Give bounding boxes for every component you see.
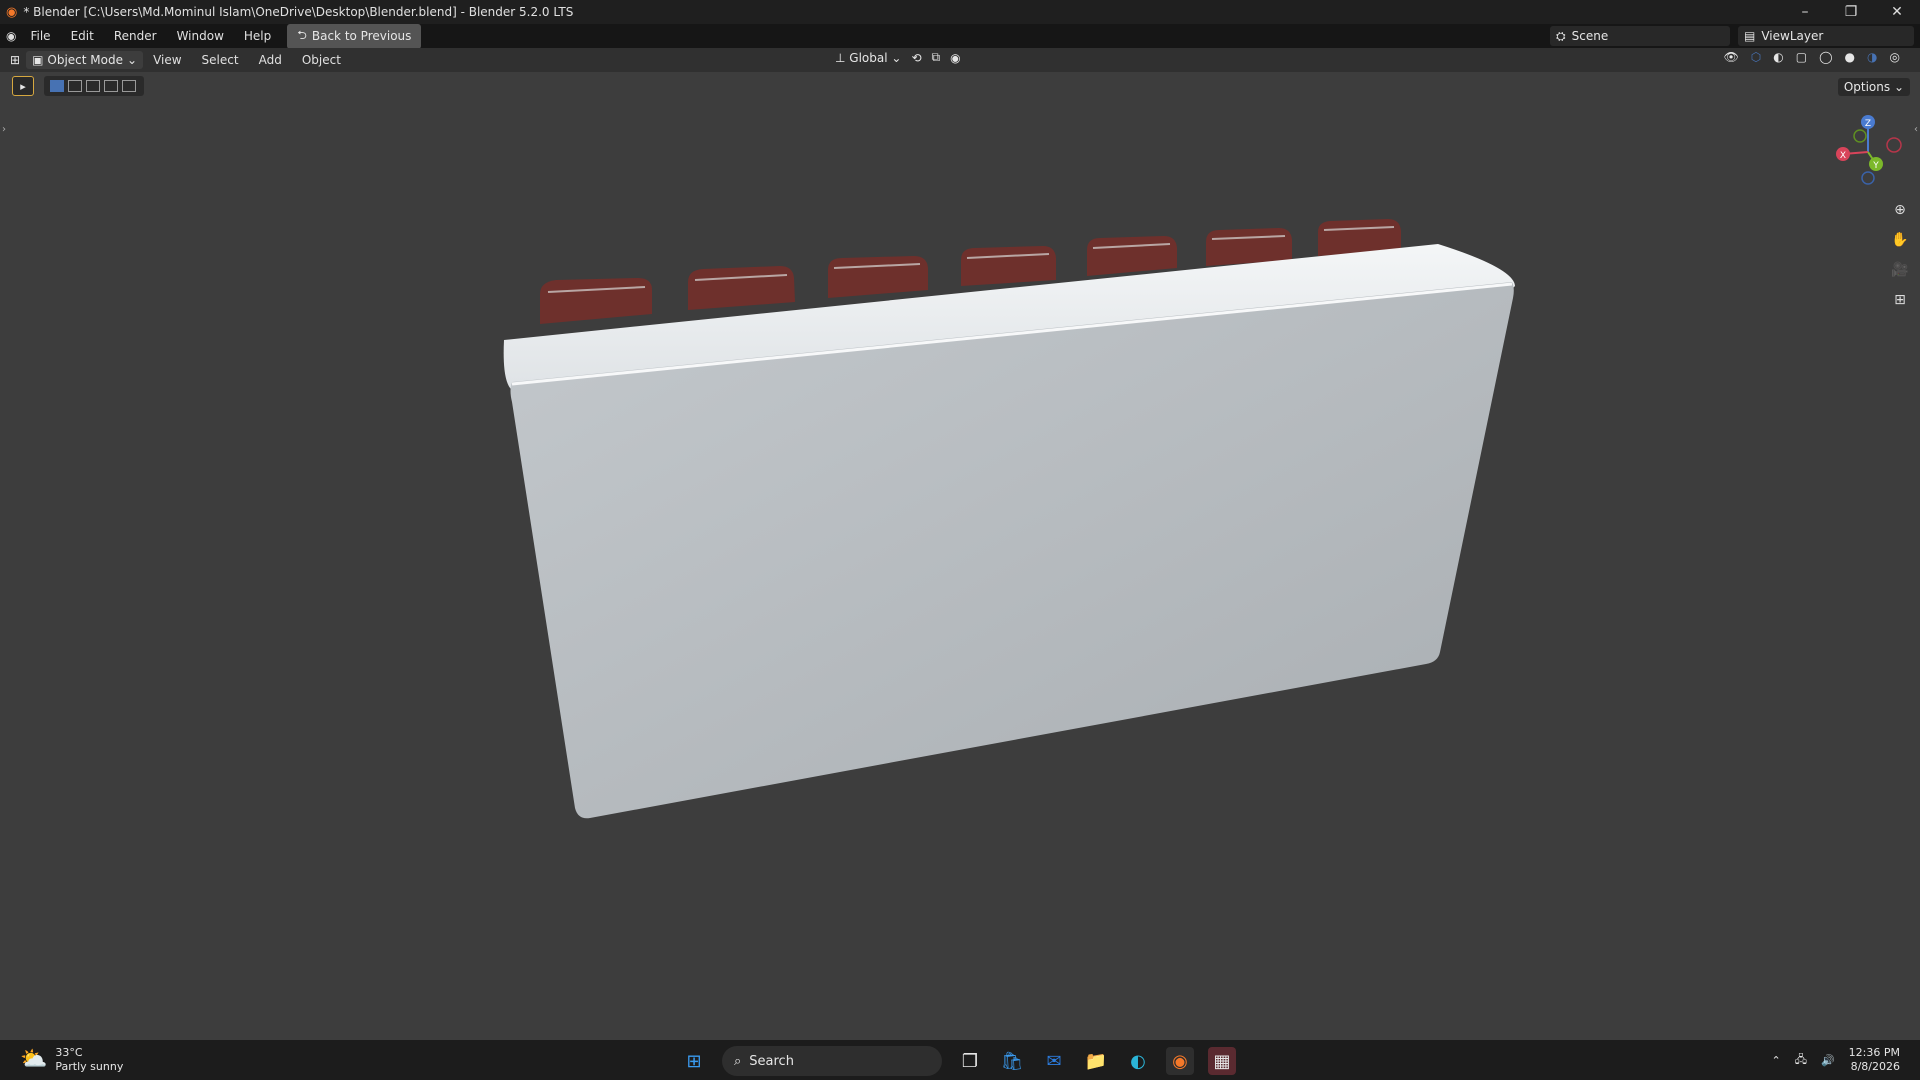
pivot-icon[interactable]: ⟲ <box>911 51 921 65</box>
minimize-button[interactable]: – <box>1782 0 1828 24</box>
select-new-icon[interactable] <box>50 80 64 92</box>
blender-logo-icon: ◉ <box>6 4 18 20</box>
chair <box>961 246 1056 286</box>
selection-mode-buttons <box>44 76 144 96</box>
visibility-icon[interactable]: 👁 <box>1724 50 1739 64</box>
blender-menu-icon[interactable]: ◉ <box>6 29 16 43</box>
network-icon[interactable]: 🖧 <box>1795 1051 1807 1070</box>
chevron-down-icon: ⌄ <box>127 53 138 67</box>
3d-viewport[interactable] <box>0 72 1920 1040</box>
object-mode-icon: ▣ <box>32 53 44 67</box>
orientation-dropdown[interactable]: ⊥ Global ⌄ <box>835 51 901 65</box>
select-tool-icon[interactable]: ▸ <box>12 76 34 96</box>
sidebar-toggle-icon[interactable]: › <box>2 124 6 135</box>
menu-select[interactable]: Select <box>192 53 249 67</box>
menu-window[interactable]: Window <box>167 29 234 43</box>
menu-file[interactable]: File <box>20 29 60 43</box>
table <box>503 244 1516 819</box>
back-label: Back to Previous <box>311 29 412 43</box>
chair <box>1206 228 1292 266</box>
back-to-previous-button[interactable]: ⮌ Back to Previous <box>287 23 422 49</box>
taskbar-apps: ⊞ ⌕ Search ❐ 🛍 ✉ 📁 ◐ ◉ ▦ <box>680 1046 1236 1076</box>
scene-icon: ⛭ <box>1556 28 1566 43</box>
solid-shading-icon[interactable]: ● <box>1845 50 1855 64</box>
edge-icon[interactable]: ◐ <box>1124 1047 1152 1075</box>
scene-render <box>503 219 1516 819</box>
menu-edit[interactable]: Edit <box>61 29 104 43</box>
menu-render[interactable]: Render <box>104 29 167 43</box>
task-view-icon[interactable]: ❐ <box>956 1047 984 1075</box>
pan-hand-icon[interactable]: ✋ <box>1888 228 1912 252</box>
options-dropdown[interactable]: Options ⌄ <box>1837 78 1910 96</box>
outlook-icon[interactable]: ✉ <box>1040 1047 1068 1075</box>
view-layer-selector[interactable]: ▤ ViewLayer <box>1738 26 1914 46</box>
select-subtract-icon[interactable] <box>86 80 100 92</box>
orientation-label: Global <box>849 50 888 65</box>
chair <box>688 266 795 310</box>
restore-button[interactable]: ❐ <box>1828 0 1874 24</box>
gizmo-y-label: Y <box>1872 161 1879 171</box>
zoom-icon[interactable]: ⊕ <box>1888 198 1912 222</box>
weather-desc: Partly sunny <box>55 1060 124 1073</box>
view-layer-name: ViewLayer <box>1761 29 1824 43</box>
blender-taskbar-icon[interactable]: ◉ <box>1166 1047 1194 1075</box>
menu-object[interactable]: Object <box>292 53 351 67</box>
mode-label: Object Mode <box>47 53 123 67</box>
camera-icon[interactable]: 🎥 <box>1888 258 1912 282</box>
grid-perspective-icon[interactable]: ⊞ <box>1888 288 1912 312</box>
taskbar-search[interactable]: ⌕ Search <box>722 1046 942 1076</box>
clock-time: 12:36 PM <box>1848 1046 1900 1059</box>
clock-date: 8/8/2026 <box>1850 1060 1900 1073</box>
snap-icon[interactable]: ⧉ <box>932 50 941 65</box>
gizmo-z-label: Z <box>1865 119 1871 129</box>
gizmo-toggle-icon[interactable]: ⬡ <box>1751 50 1761 64</box>
volume-icon[interactable]: 🔊 <box>1821 1054 1835 1067</box>
scene-name: Scene <box>1571 29 1609 43</box>
shading-tools: 👁 ⬡ ◐ ▢ ◯ ● ◑ ◎ <box>1724 50 1900 64</box>
file-explorer-icon[interactable]: 📁 <box>1082 1047 1110 1075</box>
right-sidebar-toggle-icon[interactable]: ‹ <box>1914 124 1918 135</box>
transform-tools: ⊥ Global ⌄ ⟲ ⧉ ◉ <box>835 50 961 65</box>
chair <box>540 278 652 324</box>
chair <box>1087 236 1177 276</box>
clock[interactable]: 12:36 PM 8/8/2026 <box>1849 1046 1900 1074</box>
wireframe-shading-icon[interactable]: ◯ <box>1819 50 1832 64</box>
window-title: * Blender [C:\Users\Md.Mominul Islam\One… <box>23 5 574 19</box>
search-icon: ⌕ <box>734 1053 742 1069</box>
temperature: 33°C <box>55 1046 83 1059</box>
menu-view[interactable]: View <box>143 53 191 67</box>
chevron-up-icon[interactable]: ⌃ <box>1771 1054 1780 1067</box>
menu-help[interactable]: Help <box>234 29 281 43</box>
tool-select: ▸ <box>12 76 34 96</box>
rendered-shading-icon[interactable]: ◎ <box>1890 50 1900 64</box>
system-tray: ⌃ 🖧 🔊 12:36 PM 8/8/2026 <box>1771 1046 1900 1074</box>
back-icon: ⮌ <box>297 27 307 42</box>
material-shading-icon[interactable]: ◑ <box>1867 50 1877 64</box>
store-icon[interactable]: 🛍 <box>998 1047 1026 1075</box>
select-extend-icon[interactable] <box>68 80 82 92</box>
windows-start-icon[interactable]: ⊞ <box>680 1047 708 1075</box>
view-layer-icon: ▤ <box>1744 29 1756 43</box>
overlays-icon[interactable]: ◐ <box>1773 50 1783 64</box>
editor-type-icon[interactable]: ⊞ <box>10 53 20 67</box>
select-intersect-icon[interactable] <box>122 80 136 92</box>
close-button[interactable]: ✕ <box>1874 0 1920 24</box>
select-invert-icon[interactable] <box>104 80 118 92</box>
scene-selector[interactable]: ⛭ Scene <box>1550 26 1730 46</box>
sun-cloud-icon: ⛅ <box>20 1047 48 1072</box>
app-taskbar-icon[interactable]: ▦ <box>1208 1047 1236 1075</box>
mode-dropdown[interactable]: ▣ Object Mode ⌄ <box>26 51 144 69</box>
proportional-edit-icon[interactable]: ◉ <box>950 51 960 65</box>
title-bar: ◉ * Blender [C:\Users\Md.Mominul Islam\O… <box>0 0 1920 24</box>
xray-icon[interactable]: ▢ <box>1796 50 1807 64</box>
search-label: Search <box>749 1053 794 1069</box>
menu-add[interactable]: Add <box>249 53 292 67</box>
weather-widget[interactable]: ⛅ 33°C Partly sunny <box>20 1046 123 1074</box>
chair <box>828 256 928 298</box>
options-label: Options <box>1843 80 1891 94</box>
navigation-gizmo[interactable]: Z X Y <box>1828 112 1908 192</box>
gizmo-x-label: X <box>1840 151 1846 161</box>
